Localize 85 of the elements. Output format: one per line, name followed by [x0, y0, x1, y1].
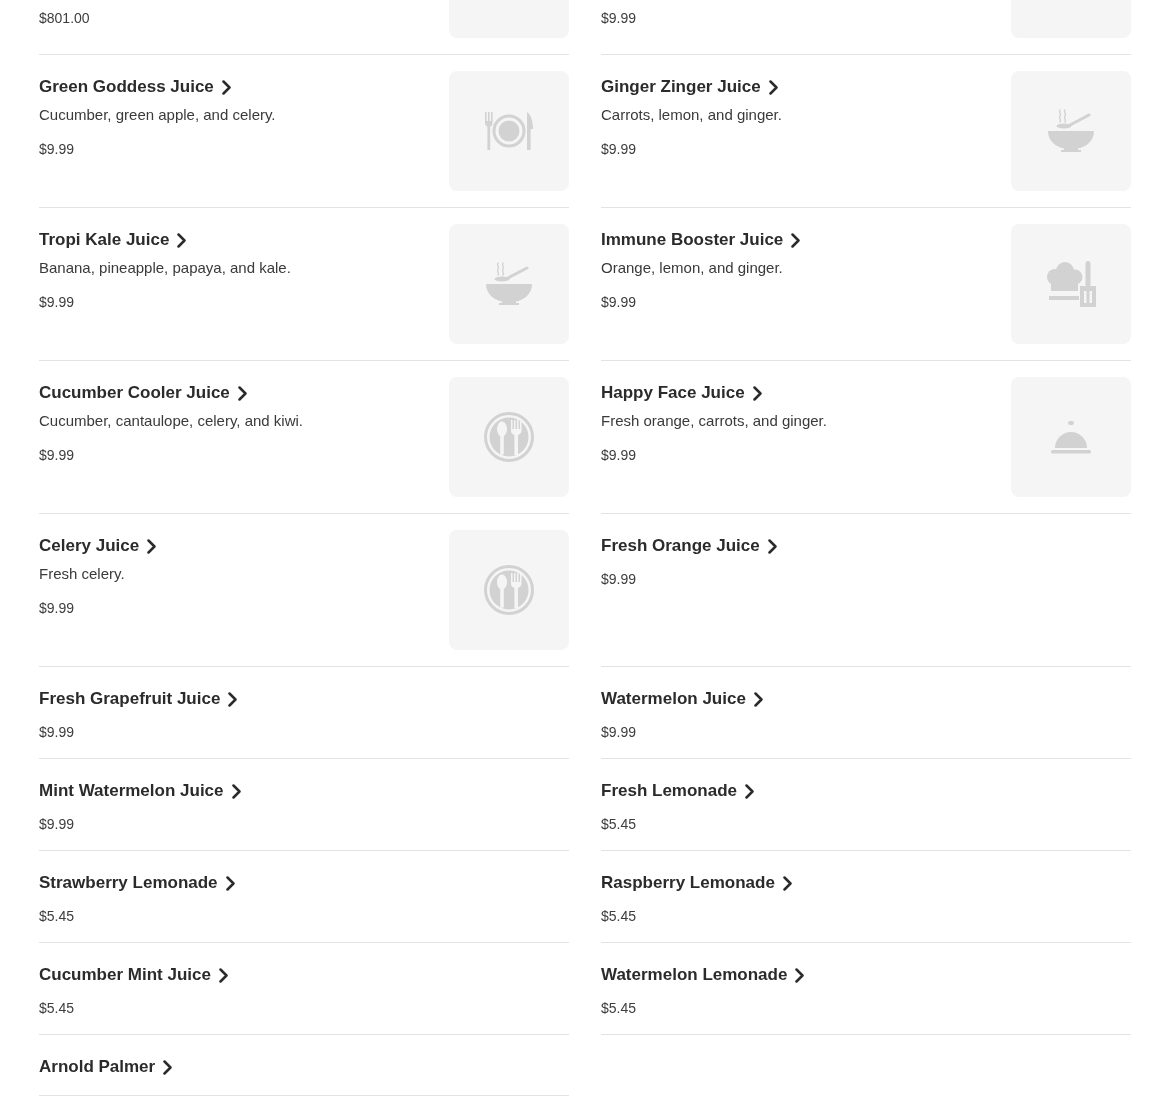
item-price: $9.99 [601, 9, 637, 28]
item-price: $9.99 [39, 140, 75, 159]
menu-item[interactable]: Fresh Orange Juice $9.99 [601, 514, 1131, 667]
item-price: $801.00 [39, 9, 90, 28]
item-name: Happy Face Juice [601, 382, 745, 404]
item-description: Cucumber, cantaulope, celery, and kiwi. [39, 411, 304, 431]
item-name: Cucumber Cooler Juice [39, 382, 230, 404]
soup-bowl-icon [1048, 109, 1094, 153]
menu-item[interactable]: Celery Juice Fresh celery. $9.99 [39, 514, 569, 667]
item-price: $9.99 [601, 293, 637, 312]
chevron-right-icon [163, 1059, 173, 1075]
item-price: $9.99 [39, 599, 75, 618]
menu-item[interactable]: Watermelon Lemonade $5.45 [601, 943, 1131, 1035]
item-price: $9.99 [601, 723, 637, 742]
item-name: Ginger Zinger Juice [601, 76, 761, 98]
menu-item[interactable]: Ginger Zinger Juice Carrots, lemon, and ginger. $9.99 [601, 55, 1131, 208]
item-name: Watermelon Juice [601, 688, 746, 710]
item-description: Banana, pineapple, papaya, and kale. [39, 258, 291, 278]
plate-cutlery-icon [485, 111, 533, 151]
spoon-fork-icon [484, 565, 534, 615]
chevron-right-icon [767, 538, 777, 554]
item-name: Arnold Palmer [39, 1056, 156, 1078]
item-price: $5.45 [39, 999, 75, 1018]
item-price: $9.99 [39, 446, 75, 465]
item-name: Fresh Orange Juice [601, 535, 760, 557]
chevron-right-icon [218, 967, 228, 983]
menu-item[interactable]: Tropi Kale Juice Banana, pineapple, papaya, and kale. $9.99 [39, 208, 569, 361]
item-price: $5.45 [601, 815, 637, 834]
item-description: Cucumber, green apple, and celery. [39, 105, 276, 125]
item-description: Fresh orange, carrots, and ginger. [601, 411, 827, 431]
item-price: $5.45 [601, 907, 637, 926]
chevron-right-icon [745, 783, 755, 799]
item-name: Celery Juice [39, 535, 140, 557]
menu-item[interactable]: Watermelon Juice $9.99 [601, 667, 1131, 759]
chevron-right-icon [228, 691, 238, 707]
chevron-right-icon [221, 79, 231, 95]
item-name: Strawberry Lemonade [39, 872, 218, 894]
menu-item[interactable]: Mint Watermelon Juice $9.99 [39, 759, 569, 851]
item-price: $9.99 [601, 140, 637, 159]
item-price: $5.45 [601, 999, 637, 1018]
item-name: Fresh Grapefruit Juice [39, 688, 221, 710]
chevron-right-icon [782, 875, 792, 891]
chevron-right-icon [753, 691, 763, 707]
spoon-fork-icon [484, 412, 534, 462]
chevron-right-icon [177, 232, 187, 248]
chevron-right-icon [791, 232, 801, 248]
chevron-right-icon [237, 385, 247, 401]
item-name: Tropi Kale Juice [39, 229, 170, 251]
item-name: Fresh Lemonade [601, 780, 738, 802]
item-price: $5.45 [39, 907, 75, 926]
chevron-right-icon [225, 875, 235, 891]
menu-item[interactable]: $801.00 [39, 0, 569, 55]
item-price: $9.99 [601, 446, 637, 465]
item-description: Orange, lemon, and ginger. [601, 258, 783, 278]
item-price: $9.99 [39, 723, 75, 742]
menu-item[interactable]: Fresh Lemonade $5.45 [601, 759, 1131, 851]
menu-item[interactable]: Cucumber Cooler Juice Cucumber, cantaulope, celery, and kiwi. $9.99 [39, 361, 569, 514]
item-name: Mint Watermelon Juice [39, 780, 224, 802]
menu-item[interactable]: Raspberry Lemonade $5.45 [601, 851, 1131, 943]
chevron-right-icon [147, 538, 157, 554]
item-name: Cucumber Mint Juice [39, 964, 211, 986]
menu-item[interactable]: Green Goddess Juice Cucumber, green apple, and celery. $9.99 [39, 55, 569, 208]
item-price: $9.99 [39, 815, 75, 834]
cloche-icon [1051, 420, 1091, 454]
item-price: $9.99 [601, 570, 637, 589]
menu-item[interactable]: Strawberry Lemonade $5.45 [39, 851, 569, 943]
item-description: Fresh celery. [39, 564, 125, 584]
chevron-right-icon [795, 967, 805, 983]
chevron-right-icon [231, 783, 241, 799]
menu-item[interactable]: Cucumber Mint Juice $5.45 [39, 943, 569, 1035]
menu-item[interactable]: $9.99 [601, 0, 1131, 55]
item-description: Carrots, lemon, and ginger. [601, 105, 782, 125]
menu-item[interactable]: Happy Face Juice Fresh orange, carrots, and ginger. $9.99 [601, 361, 1131, 514]
chef-hat-spatula-icon [1046, 261, 1096, 307]
item-name: Immune Booster Juice [601, 229, 784, 251]
item-name: Green Goddess Juice [39, 76, 214, 98]
menu-item[interactable]: Fresh Grapefruit Juice $9.99 [39, 667, 569, 759]
item-name: Watermelon Lemonade [601, 964, 788, 986]
menu-item[interactable]: Immune Booster Juice Orange, lemon, and ginger. $9.99 [601, 208, 1131, 361]
soup-bowl-icon [486, 262, 532, 306]
menu-item[interactable]: Arnold Palmer [39, 1035, 569, 1096]
item-name: Raspberry Lemonade [601, 872, 775, 894]
item-price: $9.99 [39, 293, 75, 312]
chevron-right-icon [752, 385, 762, 401]
chevron-right-icon [768, 79, 778, 95]
